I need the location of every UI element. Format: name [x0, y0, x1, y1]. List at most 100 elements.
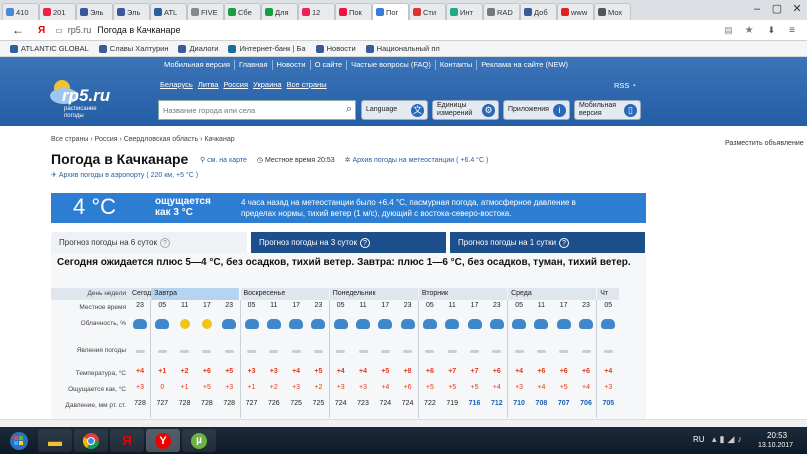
airport-archive-link[interactable]: ✈ Архив погоды в аэропорту ( 220 км, +5 …: [51, 171, 198, 179]
help-icon[interactable]: ?: [159, 237, 170, 248]
star-icon[interactable]: ★: [745, 25, 754, 36]
minimize-icon[interactable]: –: [747, 0, 767, 20]
lang-indicator[interactable]: RU: [693, 435, 705, 444]
taskbar-utorrent[interactable]: µ: [182, 429, 216, 452]
browser-tab[interactable]: ATL: [150, 3, 187, 20]
browser-tab[interactable]: 12: [298, 3, 335, 20]
row-label-phen: Явления погоды: [76, 347, 126, 354]
browser-tab[interactable]: Доб: [520, 3, 557, 20]
day-header: Понедельник: [329, 288, 418, 300]
taskbar-folder[interactable]: ▬: [38, 429, 72, 452]
pressure-cell: 728: [223, 400, 236, 407]
tray-icons[interactable]: ▴▮◢♪: [712, 434, 745, 445]
bookmark-item[interactable]: Национальный пл: [365, 44, 440, 53]
browser-tab[interactable]: Пог: [372, 3, 409, 20]
apps-button[interactable]: Приложения i: [503, 100, 570, 120]
temp-cell: +5: [381, 368, 390, 375]
help-icon[interactable]: ?: [359, 237, 370, 248]
taskbar-chrome[interactable]: [74, 429, 108, 452]
pressure-cell: 706: [580, 400, 592, 407]
row-label-day: День недели: [51, 288, 129, 300]
mobile-version-button[interactable]: Мобильная версия ▯: [574, 100, 641, 120]
browser-tab[interactable]: Сти: [409, 3, 446, 20]
bookmark-item[interactable]: Диалоги: [178, 44, 218, 53]
back-icon[interactable]: ←: [12, 23, 24, 37]
phenomena-cell: [508, 348, 530, 355]
cloud-cell: [419, 318, 441, 330]
bookmark-item[interactable]: Новости: [315, 44, 356, 53]
country-link[interactable]: Украина: [253, 80, 282, 89]
browser-tab[interactable]: Для: [261, 3, 298, 20]
clock-date[interactable]: 13.10.2017: [758, 442, 793, 449]
tab-1-day[interactable]: Прогноз погоды на 1 сутки?: [450, 232, 645, 253]
download-icon[interactable]: ⬇: [768, 25, 776, 36]
lock-icon: ▭: [55, 25, 63, 35]
country-link[interactable]: Беларусь: [160, 80, 193, 89]
close-icon[interactable]: ✕: [787, 0, 807, 20]
post-ad-link[interactable]: Разместить объявление: [725, 140, 804, 147]
bookmark-item[interactable]: Интернет-банк | Ба: [228, 44, 306, 53]
top-nav-item[interactable]: О сайте: [311, 60, 348, 70]
browser-tab[interactable]: www: [557, 3, 594, 20]
phenomena-cell: [241, 348, 263, 355]
browser-tab[interactable]: FIVE: [187, 3, 224, 20]
top-nav-item[interactable]: Мобильная версия: [160, 60, 235, 70]
clock-time[interactable]: 20:53: [767, 431, 787, 440]
bookmark-item[interactable]: Славы Халтурин: [98, 44, 168, 53]
browser-tab[interactable]: Эль: [113, 3, 150, 20]
help-icon[interactable]: ?: [559, 237, 570, 248]
browser-tab[interactable]: 410: [2, 3, 39, 20]
map-pin-icon: ⚲: [200, 157, 206, 164]
time-cell: 23: [403, 302, 412, 309]
top-nav-item[interactable]: Частые вопросы (FAQ): [347, 60, 436, 70]
browser-tab[interactable]: Эль: [76, 3, 113, 20]
menu-icon[interactable]: ≡: [789, 25, 795, 36]
start-button[interactable]: [2, 429, 36, 452]
units-button[interactable]: Единицы измерений ⚙: [432, 100, 499, 120]
top-nav-item[interactable]: Главная: [235, 60, 273, 70]
bookmark-label: Национальный пл: [376, 44, 440, 53]
country-links: Беларусь Литва Россия Украина Все страны: [160, 80, 332, 89]
top-nav-item[interactable]: Новости: [273, 60, 311, 70]
taskbar-yandex-active[interactable]: Y: [146, 429, 180, 452]
precipitation-icon: [603, 350, 613, 353]
language-button[interactable]: Language 文: [361, 100, 428, 120]
url-host[interactable]: rp5.ru: [68, 25, 92, 35]
top-nav-item[interactable]: Контакты: [436, 60, 478, 70]
taskbar-yandex[interactable]: Я: [110, 429, 144, 452]
clock-icon: ◷: [256, 157, 263, 164]
temp-cell: +6: [582, 368, 590, 375]
pressure-cell: 727: [156, 400, 169, 407]
country-link[interactable]: Литва: [198, 80, 219, 89]
station-archive-link[interactable]: ✲ Архив погоды на метеостанции ( +6.4 °C…: [345, 156, 489, 164]
browser-tab[interactable]: Инт: [446, 3, 483, 20]
horizontal-scrollbar[interactable]: [0, 419, 807, 427]
country-link[interactable]: Россия: [223, 80, 248, 89]
rss-link[interactable]: RSS ◔: [614, 81, 636, 90]
search-input[interactable]: [159, 101, 335, 119]
browser-tab[interactable]: RAD: [483, 3, 520, 20]
cloud-cell: [597, 318, 619, 330]
cloud-cell: [218, 318, 240, 330]
search-icon[interactable]: ⌕: [346, 103, 352, 116]
top-nav-item[interactable]: Реклама на сайте (NEW): [477, 60, 572, 70]
row-label-press: Давление, мм рт. ст.: [65, 402, 126, 409]
tab-6-days[interactable]: Прогноз погоды на 6 суток?: [51, 232, 247, 253]
url-title[interactable]: Погода в Качканаре: [97, 25, 180, 35]
precipitation-icon: [470, 350, 479, 353]
maximize-icon[interactable]: ▢: [767, 0, 787, 20]
browser-tab[interactable]: Мох: [594, 3, 631, 20]
tab-3-days[interactable]: Прогноз погоды на 3 суток?: [251, 232, 446, 253]
map-link[interactable]: ⚲ см. на карте: [200, 156, 247, 164]
yandex-icon[interactable]: Я: [38, 25, 45, 36]
browser-tab[interactable]: Пок: [335, 3, 372, 20]
top-nav: Мобильная версия Главная Новости О сайте Час…: [160, 60, 572, 70]
logo[interactable]: rp5.ru расписание погоды: [48, 78, 120, 120]
bookmark-item[interactable]: ATLANTIC GLOBAL: [10, 44, 89, 53]
browser-tab[interactable]: 201: [39, 3, 76, 20]
breadcrumb[interactable]: Все страны › Россия › Свердловская облас…: [51, 136, 235, 143]
feels-cell: +4: [582, 384, 590, 391]
country-link[interactable]: Все страны: [287, 80, 327, 89]
reader-icon[interactable]: ▤: [724, 25, 733, 36]
browser-tab[interactable]: Сбе: [224, 3, 261, 20]
